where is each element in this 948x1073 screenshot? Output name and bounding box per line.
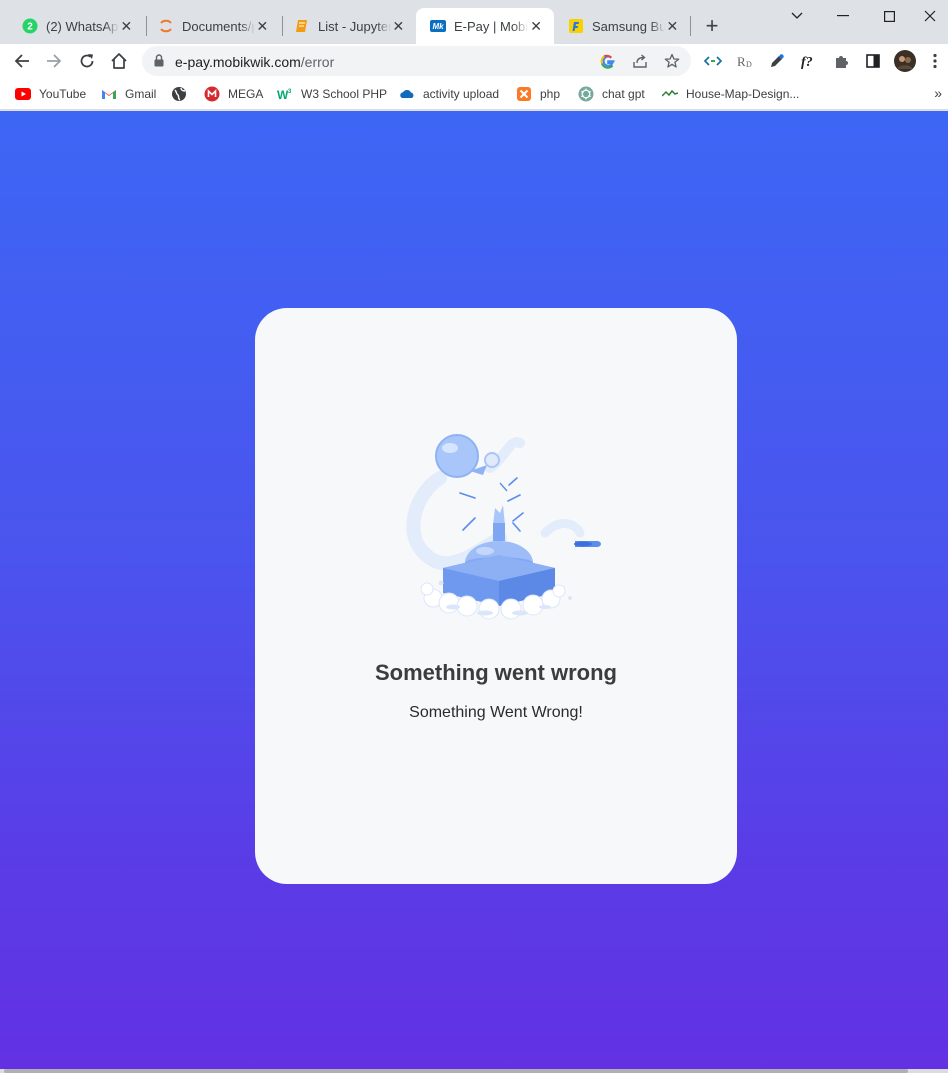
notebook-icon: [294, 18, 310, 34]
home-icon[interactable]: [105, 47, 133, 75]
gmail-icon: [101, 86, 117, 102]
close-tab-icon[interactable]: ✕: [665, 18, 680, 34]
sidepanel-icon[interactable]: [861, 49, 885, 73]
google-lens-icon[interactable]: [598, 51, 618, 71]
error-card: Something went wrong Something Went Wron…: [255, 308, 737, 884]
tab-title: Samsung Bud: [592, 18, 665, 34]
new-tab-button[interactable]: +: [700, 12, 724, 40]
bookmark-youtube[interactable]: YouTube: [15, 84, 86, 104]
tab-title: E-Pay | Mobik: [454, 18, 529, 34]
svg-text:D: D: [746, 60, 752, 69]
w3schools-icon: W3: [277, 86, 293, 102]
share-icon[interactable]: [630, 51, 650, 71]
bookmarks-bar: YouTube Gmail MEGA W3 W3 School PHP acti…: [0, 78, 948, 110]
mega-icon: [204, 86, 220, 102]
error-message: Something Went Wrong!: [409, 704, 583, 721]
openai-icon: [578, 86, 594, 102]
tab-strip: 2 (2) WhatsApp ✕ Documents/p ✕ List - Ju…: [0, 0, 948, 44]
tab-search-chevron-icon[interactable]: [774, 4, 820, 28]
bookmark-house-map-design[interactable]: House-Map-Design...: [662, 84, 799, 104]
code-icon[interactable]: [701, 49, 725, 73]
whatsapp-icon: 2: [22, 18, 38, 34]
tab-list-jupyter[interactable]: List - Jupyter ✕: [280, 8, 416, 44]
close-window-icon[interactable]: [912, 4, 948, 28]
puzzle-icon[interactable]: [829, 49, 853, 73]
bookmark-w3school-php[interactable]: W3 W3 School PHP: [277, 84, 387, 104]
svg-text:Mk: Mk: [432, 22, 444, 31]
bookmark-star-icon[interactable]: [662, 51, 682, 71]
forward-arrow-icon[interactable]: [40, 47, 68, 75]
bookmark-label: YouTube: [39, 87, 87, 101]
bookmark-label: Gmail: [125, 87, 157, 101]
tab-epay-mobikwik[interactable]: Mk E-Pay | Mobik ✕: [416, 8, 554, 44]
bookmark-globe[interactable]: [171, 84, 195, 104]
url-domain: e-pay.mobikwik.com: [175, 54, 301, 70]
bookmark-mega[interactable]: MEGA: [204, 84, 263, 104]
page-background: Something went wrong Something Went Wron…: [0, 111, 948, 1069]
reader-icon[interactable]: RD: [733, 49, 757, 73]
bookmark-label: MEGA: [228, 87, 264, 101]
formula-icon[interactable]: f?: [797, 49, 821, 73]
housemap-icon: [662, 86, 678, 102]
bookmark-label: activity upload: [423, 87, 500, 101]
bookmarks-overflow-button[interactable]: »: [934, 85, 942, 101]
reload-icon[interactable]: [73, 47, 101, 75]
xampp-icon: [516, 86, 532, 102]
browser-toolbar: e-pay.mobikwik.com/error RD f?: [0, 44, 948, 78]
lock-icon[interactable]: [154, 54, 164, 72]
svg-text:R: R: [737, 54, 746, 69]
tab-title: Documents/p: [182, 18, 255, 34]
flipkart-icon: [568, 18, 584, 34]
minimize-icon[interactable]: [820, 4, 866, 28]
broken-joystick-illustration: [405, 423, 605, 623]
url-text[interactable]: e-pay.mobikwik.com/error: [175, 54, 334, 70]
bookmark-label: W3 School PHP: [301, 87, 388, 101]
tab-samsung-buds[interactable]: Samsung Bud ✕: [554, 8, 690, 44]
maximize-icon[interactable]: [866, 4, 912, 28]
scrollbar-thumb[interactable]: [4, 1069, 908, 1073]
close-tab-icon[interactable]: ✕: [255, 18, 270, 34]
avatar[interactable]: [893, 49, 917, 73]
tab-title: List - Jupyter: [318, 18, 391, 34]
svg-text:3: 3: [288, 89, 292, 95]
back-arrow-icon[interactable]: [8, 47, 36, 75]
tab-title: (2) WhatsApp: [46, 18, 119, 34]
bookmark-chat-gpt[interactable]: chat gpt: [578, 84, 645, 104]
youtube-icon: [15, 86, 31, 102]
eyedropper-icon[interactable]: [765, 49, 789, 73]
bookmark-php[interactable]: php: [516, 84, 560, 104]
tab-documents[interactable]: Documents/p ✕: [144, 8, 280, 44]
menu-icon[interactable]: [925, 49, 945, 73]
close-tab-icon[interactable]: ✕: [391, 18, 406, 34]
tab-whatsapp[interactable]: 2 (2) WhatsApp ✕: [8, 8, 144, 44]
error-title: Something went wrong: [375, 660, 617, 685]
bookmark-label: House-Map-Design...: [686, 87, 800, 101]
address-bar[interactable]: e-pay.mobikwik.com/error: [142, 46, 691, 76]
tab-separator: [690, 16, 691, 36]
bookmark-gmail[interactable]: Gmail: [101, 84, 156, 104]
close-tab-icon[interactable]: ✕: [528, 18, 544, 34]
bookmark-label: chat gpt: [602, 87, 645, 101]
onedrive-icon: [399, 86, 415, 102]
bookmark-label: php: [540, 87, 561, 101]
svg-text:f?: f?: [801, 55, 813, 69]
horizontal-scrollbar[interactable]: [0, 1069, 948, 1073]
globe-icon: [171, 86, 187, 102]
jupyter-icon: [158, 18, 174, 34]
url-path: /error: [300, 54, 335, 70]
bookmark-activity-upload[interactable]: activity upload: [399, 84, 499, 104]
tab-badge: 2: [27, 22, 33, 33]
close-tab-icon[interactable]: ✕: [119, 18, 134, 34]
mobikwik-icon: Mk: [430, 18, 446, 34]
